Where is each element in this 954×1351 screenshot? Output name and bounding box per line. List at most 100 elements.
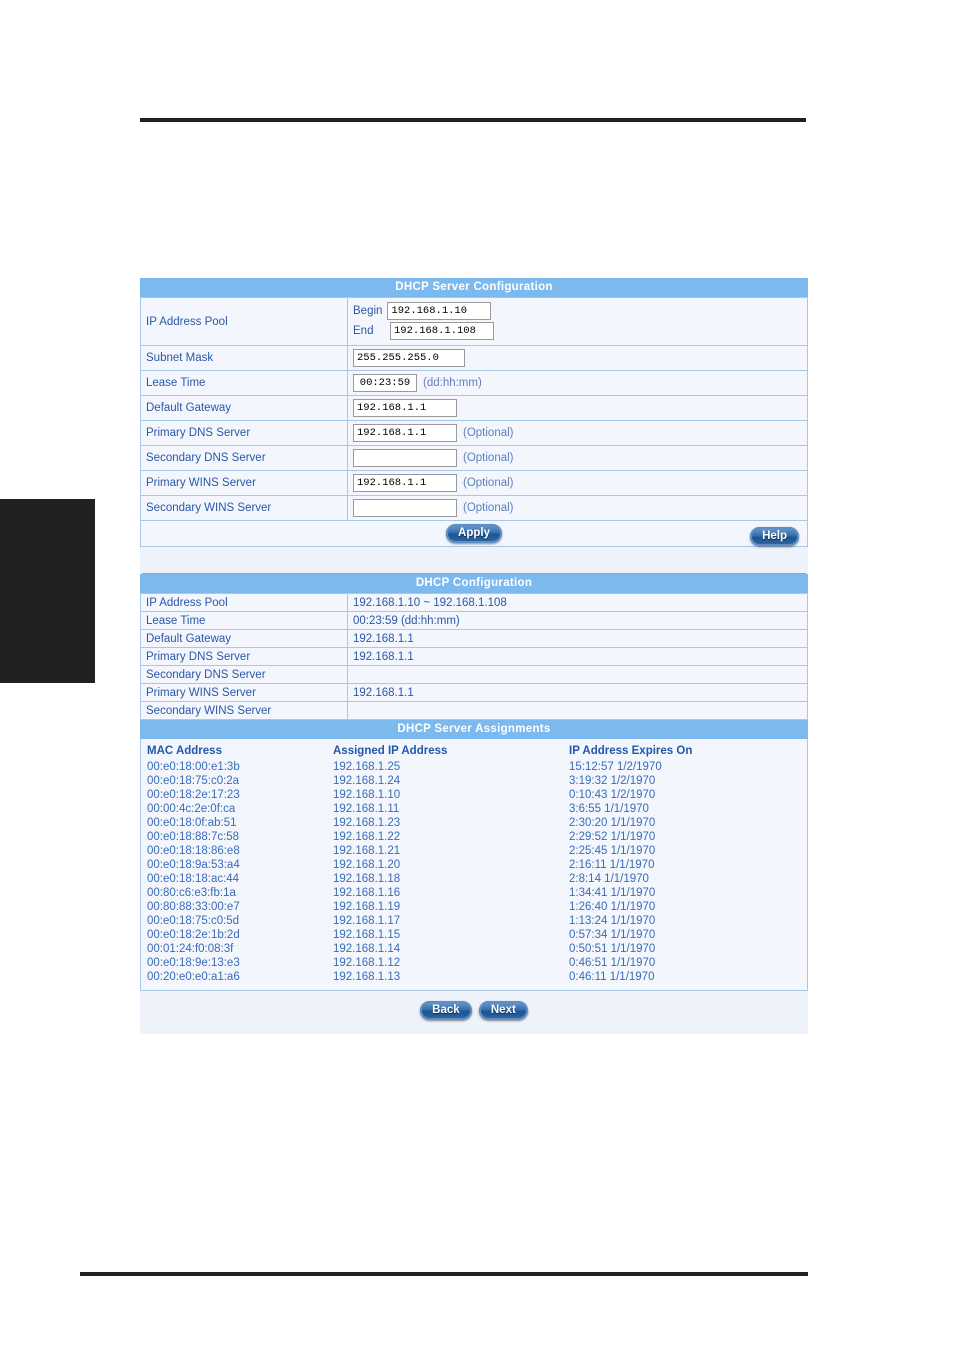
pool-begin-input[interactable]: 192.168.1.10 (387, 302, 492, 320)
assignment-assigned-ip: 192.168.1.15 (333, 929, 401, 941)
secondary-dns-input[interactable] (353, 449, 457, 467)
assignment-expires-on: 1:34:41 1/1/1970 (569, 887, 656, 899)
pool-end-input[interactable]: 192.168.1.108 (390, 322, 494, 340)
assignment-expires-on: 2:25:45 1/1/1970 (569, 845, 656, 857)
table-row: 00:00:4c:2e:0f:ca 192.168.1.11 3:6:55 1/1/… (141, 802, 807, 816)
default-gateway-label: Default Gateway (140, 395, 348, 421)
dhcp-server-configuration-section: DHCP Server Configuration IP Address Poo… (140, 278, 808, 547)
primary-wins-input[interactable]: 192.168.1.1 (353, 474, 457, 492)
table-row: Default Gateway 192.168.1.1 (140, 629, 808, 648)
page-rule-top (140, 118, 806, 122)
primary-dns-label: Primary DNS Server (140, 420, 348, 446)
ip-address-pool-label: IP Address Pool (140, 297, 348, 346)
table-row: Primary DNS Server 192.168.1.1 (140, 647, 808, 666)
table-row: 00:e0:18:18:86:e8 192.168.1.21 2:25:45 1/1… (141, 844, 807, 858)
help-button[interactable]: Help (750, 527, 799, 546)
table-row-subnet-mask: Subnet Mask 255.255.255.0 (140, 345, 808, 371)
assignment-mac-address: 00:e0:18:0f:ab:51 (147, 817, 237, 829)
assignment-mac-address: 00:e0:18:88:7c:58 (147, 831, 240, 843)
assignment-mac-address: 00:e0:18:75:c0:5d (147, 915, 240, 927)
assignment-expires-on: 2:16:11 1/1/1970 (569, 859, 655, 871)
subnet-mask-cell: 255.255.255.0 (347, 345, 808, 371)
table-row: 00:e0:18:2e:17:23 192.168.1.10 0:10:43 1/2… (141, 788, 807, 802)
assignment-expires-on: 2:30:20 1/1/1970 (569, 817, 656, 829)
table-row: 00:80:88:33:00:e7 192.168.1.19 1:26:40 1/1… (141, 900, 807, 914)
table-row: Secondary DNS Server (140, 665, 808, 684)
table-row: 00:e0:18:2e:1b:2d 192.168.1.15 0:57:34 1/1… (141, 928, 807, 942)
table-row: 00:01:24:f0:08:3f 192.168.1.14 0:50:51 1/1… (141, 942, 807, 956)
assignment-assigned-ip: 192.168.1.14 (333, 943, 401, 955)
table-row-primary-dns: Primary DNS Server 192.168.1.1 (Optional) (140, 420, 808, 446)
assignment-mac-address: 00:e0:18:18:86:e8 (147, 845, 240, 857)
summary-value (347, 701, 808, 720)
secondary-dns-label: Secondary DNS Server (140, 445, 348, 471)
summary-value (347, 665, 808, 684)
assignment-assigned-ip: 192.168.1.18 (333, 873, 401, 885)
default-gateway-cell: 192.168.1.1 (347, 395, 808, 421)
table-row: 00:e0:18:75:c0:5d 192.168.1.17 1:13:24 1/1… (141, 914, 807, 928)
table-row: 00:e0:18:88:7c:58 192.168.1.22 2:29:52 1/1… (141, 830, 807, 844)
secondary-wins-input[interactable] (353, 499, 457, 517)
assignment-assigned-ip: 192.168.1.12 (333, 957, 401, 969)
table-row: IP Address Pool 192.168.1.10 ~ 192.168.1.… (140, 593, 808, 612)
summary-value: 00:23:59 (dd:hh:mm) (347, 611, 808, 630)
table-row-ip-address-pool: IP Address Pool Begin 192.168.1.10 End 192… (140, 297, 808, 346)
lease-time-input[interactable]: 00:23:59 (353, 374, 417, 392)
summary-key: Secondary DNS Server (140, 665, 348, 684)
assignment-mac-address: 00:01:24:f0:08:3f (147, 943, 234, 955)
assignment-expires-on: 0:57:34 1/1/1970 (569, 929, 656, 941)
default-gateway-input[interactable]: 192.168.1.1 (353, 399, 457, 417)
next-button[interactable]: Next (478, 1001, 528, 1020)
assignment-mac-address: 00:00:4c:2e:0f:ca (147, 803, 236, 815)
assignment-assigned-ip: 192.168.1.20 (333, 859, 401, 871)
primary-dns-input[interactable]: 192.168.1.1 (353, 424, 457, 442)
dhcp-server-assignments-section: DHCP Server Assignments MAC Address Assi… (140, 720, 808, 991)
table-row: 00:20:e0:e0:a1:a6 192.168.1.13 0:46:11 1/1… (141, 970, 807, 984)
lease-time-label: Lease Time (140, 370, 348, 396)
table-row: 00:80:c6:e3:fb:1a 192.168.1.16 1:34:41 1/1… (141, 886, 807, 900)
dhcp-server-configuration-title: DHCP Server Configuration (140, 278, 808, 297)
table-row-form-actions: Apply Help (140, 520, 808, 547)
column-header-mac-address: MAC Address (147, 745, 222, 757)
dhcp-configuration-summary-table: IP Address Pool 192.168.1.10 ~ 192.168.1.… (140, 593, 808, 720)
dhcp-server-assignments-table: MAC Address Assigned IP Address IP Addre… (141, 743, 807, 984)
lease-time-format-hint: (dd:hh:mm) (423, 377, 482, 389)
subnet-mask-input[interactable]: 255.255.255.0 (353, 349, 465, 367)
assignment-assigned-ip: 192.168.1.21 (333, 845, 401, 857)
secondary-dns-optional-hint: (Optional) (463, 452, 514, 464)
table-row: Secondary WINS Server (140, 701, 808, 720)
table-row-primary-wins: Primary WINS Server 192.168.1.1 (Optional… (140, 470, 808, 496)
back-button[interactable]: Back (420, 1001, 472, 1020)
column-header-ip-address-expires: IP Address Expires On (569, 745, 693, 757)
dhcp-server-assignments-title: DHCP Server Assignments (140, 720, 808, 739)
primary-dns-cell: 192.168.1.1 (Optional) (347, 420, 808, 446)
secondary-dns-cell: (Optional) (347, 445, 808, 471)
table-row-default-gateway: Default Gateway 192.168.1.1 (140, 395, 808, 421)
assignments-header-row: MAC Address Assigned IP Address IP Addre… (141, 743, 807, 760)
table-row: Primary WINS Server 192.168.1.1 (140, 683, 808, 702)
table-row-secondary-wins: Secondary WINS Server (Optional) (140, 495, 808, 521)
assignment-expires-on: 3:6:55 1/1/1970 (569, 803, 649, 815)
assignment-expires-on: 2:29:52 1/1/1970 (569, 831, 656, 843)
apply-button[interactable]: Apply (446, 524, 502, 543)
assignment-assigned-ip: 192.168.1.24 (333, 775, 401, 787)
table-row: 00:e0:18:9e:13:e3 192.168.1.12 0:46:51 1/1… (141, 956, 807, 970)
end-label: End (353, 325, 374, 337)
summary-value: 192.168.1.1 (347, 629, 808, 648)
assignment-mac-address: 00:e0:18:9e:13:e3 (147, 957, 240, 969)
assignment-expires-on: 0:46:51 1/1/1970 (569, 957, 656, 969)
summary-value: 192.168.1.10 ~ 192.168.1.108 (347, 593, 808, 612)
assignment-mac-address: 00:e0:18:2e:17:23 (147, 789, 240, 801)
table-row: 00:e0:18:75:c0:2a 192.168.1.24 3:19:32 1/2… (141, 774, 807, 788)
assignment-expires-on: 0:10:43 1/2/1970 (569, 789, 656, 801)
summary-key: Lease Time (140, 611, 348, 630)
primary-dns-optional-hint: (Optional) (463, 427, 514, 439)
assignment-assigned-ip: 192.168.1.22 (333, 831, 401, 843)
column-header-assigned-ip: Assigned IP Address (333, 745, 448, 757)
table-row: 00:e0:18:00:e1:3b 192.168.1.25 15:12:57 1/… (141, 760, 807, 774)
assignment-expires-on: 1:26:40 1/1/1970 (569, 901, 656, 913)
form-actions-cell: Apply Help (140, 520, 808, 547)
assignment-mac-address: 00:e0:18:18:ac:44 (147, 873, 240, 885)
summary-key: Primary WINS Server (140, 683, 348, 702)
assignment-mac-address: 00:e0:18:9a:53:a4 (147, 859, 240, 871)
